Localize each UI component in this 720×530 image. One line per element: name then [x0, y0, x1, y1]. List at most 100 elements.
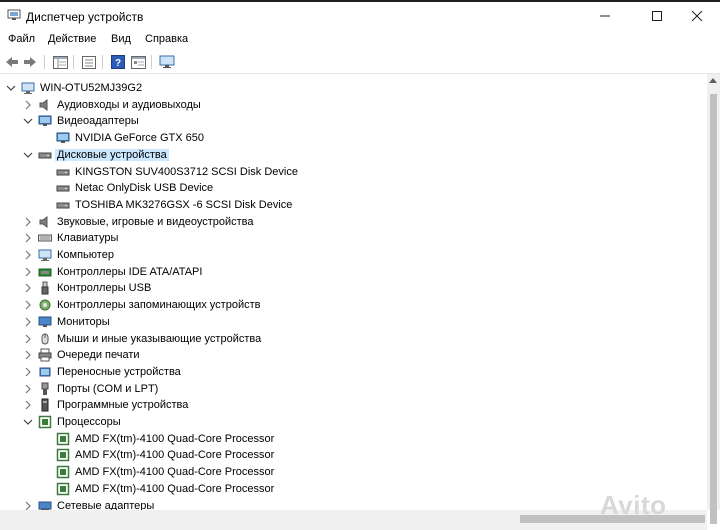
- forward-arrow-icon[interactable]: [22, 54, 38, 70]
- processor-icon: [56, 448, 70, 462]
- help-icon[interactable]: ?: [110, 54, 126, 70]
- tree-category-item[interactable]: Контроллеры запоминающих устройств: [0, 297, 700, 313]
- tree-device-item[interactable]: Netac OnlyDisk USB Device: [0, 180, 700, 196]
- tree-category-item[interactable]: Клавиатуры: [0, 230, 700, 246]
- tree-category-item[interactable]: Звуковые, игровые и видеоустройства: [0, 214, 700, 230]
- tree-category-item[interactable]: Переносные устройства: [0, 364, 700, 380]
- vertical-scroll-thumb[interactable]: [710, 94, 717, 524]
- tree-item-label: Контроллеры USB: [57, 282, 152, 295]
- properties-icon[interactable]: [81, 54, 97, 70]
- tree-device-item[interactable]: KINGSTON SUV400S3712 SCSI Disk Device: [0, 164, 700, 180]
- tree-item-label: Звуковые, игровые и видеоустройства: [57, 215, 254, 228]
- tree-item-label: Переносные устройства: [57, 365, 181, 378]
- avito-watermark: Avito: [600, 490, 667, 520]
- action-view-icon[interactable]: [130, 54, 146, 70]
- tree-category-item[interactable]: Мыши и иные указывающие устройства: [0, 331, 700, 347]
- expand-chevron-icon[interactable]: [23, 316, 33, 328]
- speaker-icon: [38, 98, 52, 112]
- tree-category-item[interactable]: Очереди печати: [0, 347, 700, 363]
- tree-category-item[interactable]: Видеоадаптеры: [0, 113, 700, 129]
- tree-category-item[interactable]: Дисковые устройства: [0, 147, 700, 163]
- tree-item-label: Аудиовходы и аудиовыходы: [57, 98, 201, 111]
- network-adapter-icon: [38, 499, 52, 510]
- toolbar-separator: [102, 55, 103, 69]
- expand-chevron-icon[interactable]: [23, 232, 33, 244]
- expand-chevron-icon[interactable]: [23, 383, 33, 395]
- tree-category-item[interactable]: Аудиовходы и аудиовыходы: [0, 97, 700, 113]
- processor-icon: [56, 465, 70, 479]
- ide-controller-icon: [38, 265, 52, 279]
- speaker-icon: [38, 215, 52, 229]
- expand-chevron-icon[interactable]: [23, 249, 33, 261]
- expand-chevron-icon[interactable]: [23, 282, 33, 294]
- collapse-chevron-icon[interactable]: [23, 149, 33, 161]
- tree-root-node[interactable]: WIN-OTU52MJ39G2: [0, 80, 700, 96]
- expand-chevron-icon[interactable]: [23, 333, 33, 345]
- tree-device-item[interactable]: AMD FX(tm)-4100 Quad-Core Processor: [0, 431, 700, 447]
- expand-chevron-icon[interactable]: [23, 99, 33, 111]
- expand-chevron-icon[interactable]: [23, 216, 33, 228]
- tree-category-item[interactable]: Контроллеры USB: [0, 280, 700, 296]
- tree-category-item[interactable]: Программные устройства: [0, 397, 700, 413]
- tree-category-item[interactable]: Порты (COM и LPT): [0, 381, 700, 397]
- tree-item-label: NVIDIA GeForce GTX 650: [75, 132, 204, 145]
- toolbar-separator: [44, 55, 45, 69]
- tree-device-item[interactable]: AMD FX(tm)-4100 Quad-Core Processor: [0, 481, 700, 497]
- disk-drive-icon: [56, 181, 70, 195]
- tree-item-label: Клавиатуры: [57, 232, 119, 245]
- tree-device-item[interactable]: TOSHIBA MK3276GSX -6 SCSI Disk Device: [0, 197, 700, 213]
- tree-root-label: WIN-OTU52MJ39G2: [40, 82, 143, 94]
- collapse-chevron-icon[interactable]: [23, 115, 33, 127]
- tree-category-item[interactable]: Процессоры: [0, 414, 700, 430]
- display-adapter-icon: [56, 131, 70, 145]
- portable-device-icon: [38, 365, 52, 379]
- collapse-chevron-icon[interactable]: [6, 82, 16, 94]
- processor-icon: [56, 482, 70, 496]
- toolbar-separator: [151, 55, 152, 69]
- vertical-scrollbar[interactable]: [707, 74, 720, 524]
- keyboard-icon: [38, 231, 52, 245]
- scroll-up-arrow-icon[interactable]: [709, 78, 717, 83]
- tree-category-item[interactable]: Сетевые адаптеры: [0, 498, 700, 511]
- tree-item-label: Сетевые адаптеры: [57, 499, 155, 511]
- storage-controller-icon: [38, 298, 52, 312]
- toolbar: ?: [0, 51, 720, 74]
- tree-device-item[interactable]: AMD FX(tm)-4100 Quad-Core Processor: [0, 447, 700, 463]
- tree-device-item[interactable]: NVIDIA GeForce GTX 650: [0, 130, 700, 146]
- expand-chevron-icon[interactable]: [23, 399, 33, 411]
- tree-item-label: Очереди печати: [57, 349, 140, 362]
- tree-category-item[interactable]: Контроллеры IDE ATA/ATAPI: [0, 264, 700, 280]
- minimize-button[interactable]: [582, 2, 628, 29]
- tree-item-label: Программные устройства: [57, 399, 189, 412]
- expand-chevron-icon[interactable]: [23, 366, 33, 378]
- disk-drive-icon: [38, 148, 52, 162]
- tree-item-label: TOSHIBA MK3276GSX -6 SCSI Disk Device: [75, 198, 293, 211]
- display-adapter-icon: [38, 114, 52, 128]
- menu-action[interactable]: Действие: [48, 33, 96, 45]
- tree-item-label: Мыши и иные указывающие устройства: [57, 332, 262, 345]
- tree-device-item[interactable]: AMD FX(tm)-4100 Quad-Core Processor: [0, 464, 700, 480]
- menu-file[interactable]: Файл: [8, 33, 35, 45]
- show-hide-tree-icon[interactable]: [52, 54, 68, 70]
- tree-category-item[interactable]: Мониторы: [0, 314, 700, 330]
- device-tree: WIN-OTU52MJ39G2 Аудиовходы и аудиовыходы В…: [0, 78, 707, 510]
- expand-chevron-icon[interactable]: [23, 299, 33, 311]
- toolbar-separator: [73, 55, 74, 69]
- port-icon: [38, 382, 52, 396]
- tree-category-item[interactable]: Компьютер: [0, 247, 700, 263]
- expand-chevron-icon[interactable]: [23, 349, 33, 361]
- tree-item-label: AMD FX(tm)-4100 Quad-Core Processor: [75, 432, 275, 445]
- title-bar[interactable]: Диспетчер устройств: [0, 2, 720, 29]
- monitor-scan-icon[interactable]: [159, 54, 175, 70]
- collapse-chevron-icon[interactable]: [23, 416, 33, 428]
- expand-chevron-icon[interactable]: [23, 500, 33, 511]
- menu-help[interactable]: Справка: [145, 33, 188, 45]
- window-title: Диспетчер устройств: [26, 10, 144, 24]
- close-button[interactable]: [674, 2, 720, 29]
- printer-icon: [38, 348, 52, 362]
- back-arrow-icon[interactable]: [4, 54, 20, 70]
- tree-item-label: AMD FX(tm)-4100 Quad-Core Processor: [75, 466, 275, 479]
- disk-drive-icon: [56, 165, 70, 179]
- expand-chevron-icon[interactable]: [23, 266, 33, 278]
- menu-view[interactable]: Вид: [111, 33, 131, 45]
